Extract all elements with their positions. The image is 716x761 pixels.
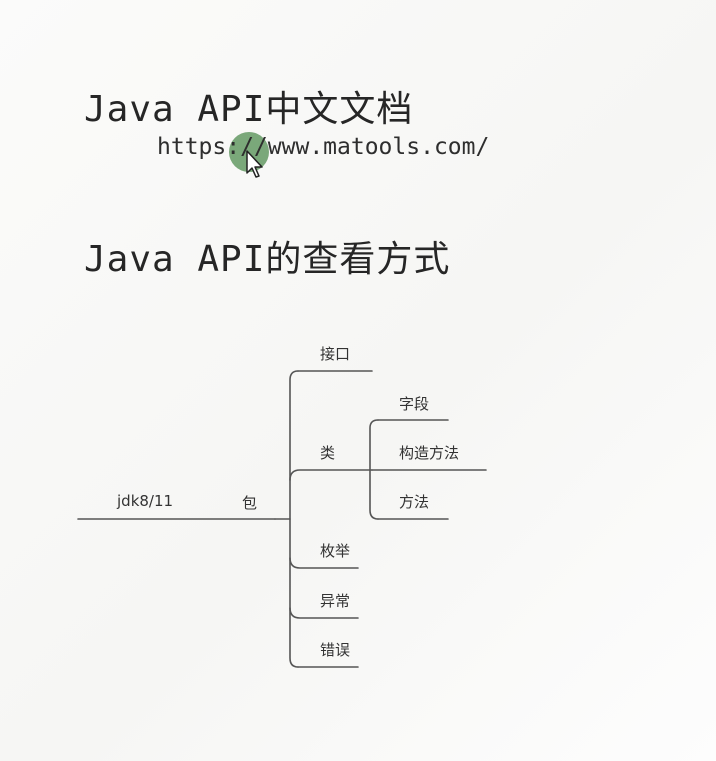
branch-class bbox=[289, 469, 373, 481]
node-method: 方法 bbox=[399, 493, 430, 511]
mindmap-connectors bbox=[77, 370, 487, 668]
node-exception: 异常 bbox=[320, 592, 351, 610]
slide: Java API中文文档 https://www.matools.com/ Ja… bbox=[0, 0, 716, 761]
node-error: 错误 bbox=[320, 641, 351, 659]
node-interface: 接口 bbox=[320, 345, 351, 363]
node-class: 类 bbox=[320, 444, 336, 462]
node-enum: 枚举 bbox=[320, 542, 351, 560]
package-bracket bbox=[289, 370, 299, 668]
node-package: 包 bbox=[242, 494, 258, 512]
node-root: jdk8/11 bbox=[117, 492, 174, 510]
node-field: 字段 bbox=[399, 395, 430, 413]
node-constructor: 构造方法 bbox=[399, 444, 460, 462]
